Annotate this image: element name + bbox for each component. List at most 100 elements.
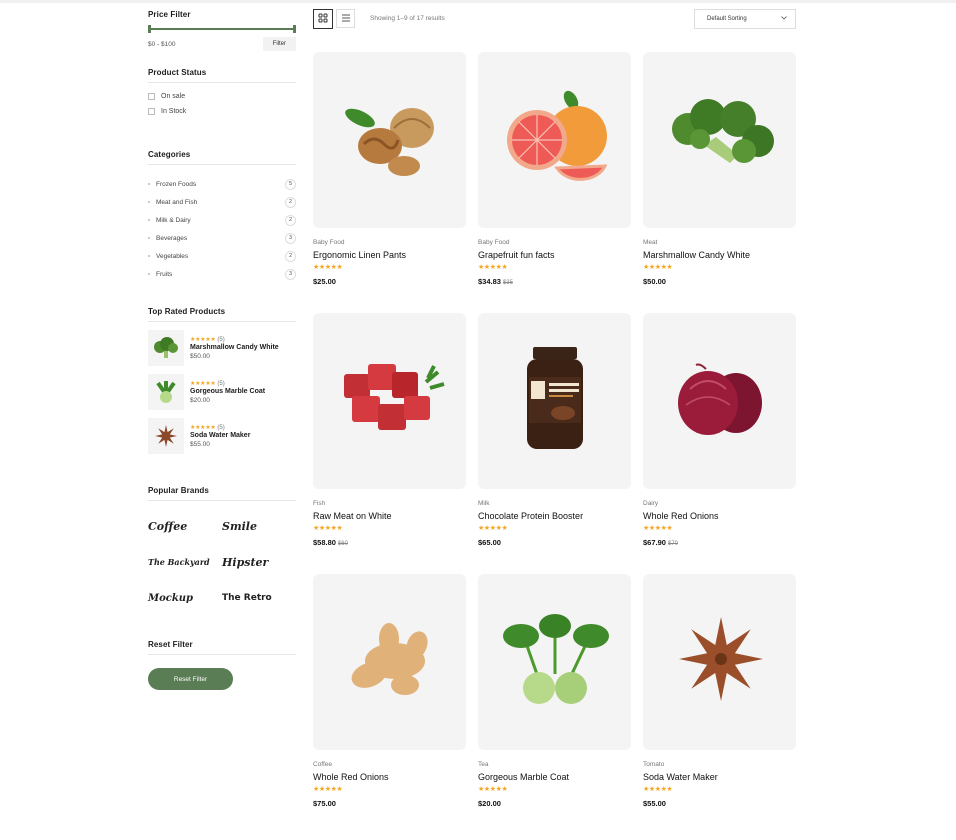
- brand-logo-hipster[interactable]: Hipster: [222, 549, 296, 575]
- brand-logo-coffee[interactable]: Coffee: [148, 513, 222, 539]
- category-label: Vegetables: [156, 252, 189, 260]
- product-image[interactable]: [313, 574, 466, 750]
- product-image[interactable]: [643, 313, 796, 489]
- filter-button[interactable]: Filter: [262, 37, 296, 51]
- category-count: 2: [285, 214, 296, 226]
- product-card[interactable]: Milk Chocolate Protein Booster ★★★★★ $65…: [478, 313, 631, 547]
- product-category[interactable]: Fish: [313, 500, 466, 507]
- price-slider[interactable]: [148, 25, 296, 33]
- product-image[interactable]: [478, 574, 631, 750]
- product-card[interactable]: Coffee Whole Red Onions ★★★★★ $75.00: [313, 574, 466, 808]
- product-price: $20.00: [478, 799, 501, 808]
- product-card[interactable]: Dairy Whole Red Onions ★★★★★ $67.90 $70: [643, 313, 796, 547]
- rating-stars: ★★★★★: [478, 264, 508, 271]
- categories-title: Categories: [148, 150, 296, 165]
- list-view-button[interactable]: [336, 9, 355, 28]
- price-slider-min-handle[interactable]: [148, 25, 151, 33]
- product-category[interactable]: Milk: [478, 500, 631, 507]
- product-category[interactable]: Meat: [643, 239, 796, 246]
- category-label: Meat and Fish: [156, 198, 198, 206]
- product-category[interactable]: Dairy: [643, 500, 796, 507]
- status-in-stock[interactable]: In Stock: [148, 108, 296, 115]
- product-name[interactable]: Gorgeous Marble Coat: [478, 772, 631, 782]
- ginger-icon: [335, 615, 445, 710]
- bullet-icon: [148, 273, 150, 275]
- product-card[interactable]: Baby Food Ergonomic Linen Pants ★★★★★ $2…: [313, 52, 466, 286]
- star-anise-icon: [148, 418, 184, 454]
- product-price: $34.83 $35: [478, 277, 513, 286]
- rating-stars: ★★★★★: [643, 786, 673, 793]
- product-name[interactable]: Chocolate Protein Booster: [478, 511, 631, 521]
- product-image[interactable]: [478, 313, 631, 489]
- product-card[interactable]: Fish Raw Meat on White ★★★★★ $58.80 $60: [313, 313, 466, 547]
- product-price: $65.00: [478, 538, 501, 547]
- reset-filter-widget: Reset Filter Reset Filter: [148, 640, 296, 690]
- product-name[interactable]: Whole Red Onions: [643, 511, 796, 521]
- category-label: Frozen Foods: [156, 180, 197, 188]
- product-category[interactable]: Baby Food: [478, 239, 631, 246]
- product-name[interactable]: Soda Water Maker: [643, 772, 796, 782]
- product-name[interactable]: Marshmallow Candy White: [643, 250, 796, 260]
- product-price: $67.90 $70: [643, 538, 678, 547]
- grid-view-button[interactable]: [313, 9, 333, 29]
- product-name[interactable]: Soda Water Maker: [190, 432, 250, 439]
- price-filter-title: Price Filter: [148, 10, 191, 19]
- old-price: $35: [502, 280, 513, 286]
- reset-filter-button[interactable]: Reset Filter: [148, 668, 233, 690]
- category-label: Milk & Dairy: [156, 216, 191, 224]
- product-image[interactable]: [643, 574, 796, 750]
- in-stock-checkbox[interactable]: [148, 108, 155, 115]
- product-image[interactable]: [313, 313, 466, 489]
- kohlrabi-icon: [148, 374, 184, 410]
- category-label: Fruits: [156, 270, 173, 278]
- top-rated-title: Top Rated Products: [148, 307, 296, 322]
- status-on-sale[interactable]: On sale: [148, 93, 296, 100]
- category-item-fruits[interactable]: Fruits 3: [148, 265, 296, 283]
- product-category[interactable]: Baby Food: [313, 239, 466, 246]
- product-card[interactable]: Tomato Soda Water Maker ★★★★★ $55.00: [643, 574, 796, 808]
- brand-logo-smile[interactable]: Smile: [222, 513, 296, 539]
- product-image[interactable]: [478, 52, 631, 228]
- product-category[interactable]: Coffee: [313, 761, 466, 768]
- product-name[interactable]: Raw Meat on White: [313, 511, 466, 521]
- top-rated-item[interactable]: ★★★★★ (5) Gorgeous Marble Coat $20.00: [148, 374, 296, 410]
- category-item-milk-dairy[interactable]: Milk & Dairy 2: [148, 211, 296, 229]
- category-item-frozen-foods[interactable]: Frozen Foods 5: [148, 175, 296, 193]
- price-slider-max-handle[interactable]: [293, 25, 296, 33]
- product-card[interactable]: Tea Gorgeous Marble Coat ★★★★★ $20.00: [478, 574, 631, 808]
- rating-stars: ★★★★★: [643, 525, 673, 532]
- bullet-icon: [148, 255, 150, 257]
- product-category[interactable]: Tomato: [643, 761, 796, 768]
- rating-stars: ★★★★★ (5): [190, 425, 225, 431]
- shop-toolbar: Showing 1–9 of 17 results Default Sortin…: [313, 9, 796, 29]
- product-card[interactable]: Meat Marshmallow Candy White ★★★★★ $50.0…: [643, 52, 796, 286]
- on-sale-checkbox[interactable]: [148, 93, 155, 100]
- category-count: 2: [285, 250, 296, 262]
- product-name[interactable]: Marshmallow Candy White: [190, 344, 279, 351]
- product-image[interactable]: [313, 52, 466, 228]
- brand-logo-the-backyard[interactable]: The Backyard: [148, 549, 222, 575]
- list-view-icon: [341, 10, 351, 28]
- category-item-vegetables[interactable]: Vegetables 2: [148, 247, 296, 265]
- rating-stars: ★★★★★ (5): [190, 337, 225, 343]
- category-item-beverages[interactable]: Beverages 3: [148, 229, 296, 247]
- top-rated-item[interactable]: ★★★★★ (5) Soda Water Maker $55.00: [148, 418, 296, 454]
- rating-stars: ★★★★★: [478, 786, 508, 793]
- product-status-widget: Product Status On sale In Stock: [148, 68, 296, 115]
- product-name[interactable]: Gorgeous Marble Coat: [190, 388, 265, 395]
- product-name[interactable]: Grapefruit fun facts: [478, 250, 631, 260]
- top-rated-item[interactable]: ★★★★★ (5) Marshmallow Candy White $50.00: [148, 330, 296, 366]
- product-name[interactable]: Whole Red Onions: [313, 772, 466, 782]
- category-item-meat-and-fish[interactable]: Meat and Fish 2: [148, 193, 296, 211]
- product-category[interactable]: Tea: [478, 761, 631, 768]
- category-count: 2: [285, 196, 296, 208]
- product-price: $20.00: [190, 397, 210, 404]
- product-card[interactable]: Baby Food Grapefruit fun facts ★★★★★ $34…: [478, 52, 631, 286]
- product-image[interactable]: [643, 52, 796, 228]
- brand-logo-mockup[interactable]: Mockup: [148, 585, 222, 611]
- top-divider: [0, 0, 956, 3]
- product-name[interactable]: Ergonomic Linen Pants: [313, 250, 466, 260]
- brand-logo-the-retro[interactable]: The Retro: [222, 585, 296, 611]
- sort-select[interactable]: Default Sorting: [694, 9, 796, 29]
- old-price: $70: [667, 541, 678, 547]
